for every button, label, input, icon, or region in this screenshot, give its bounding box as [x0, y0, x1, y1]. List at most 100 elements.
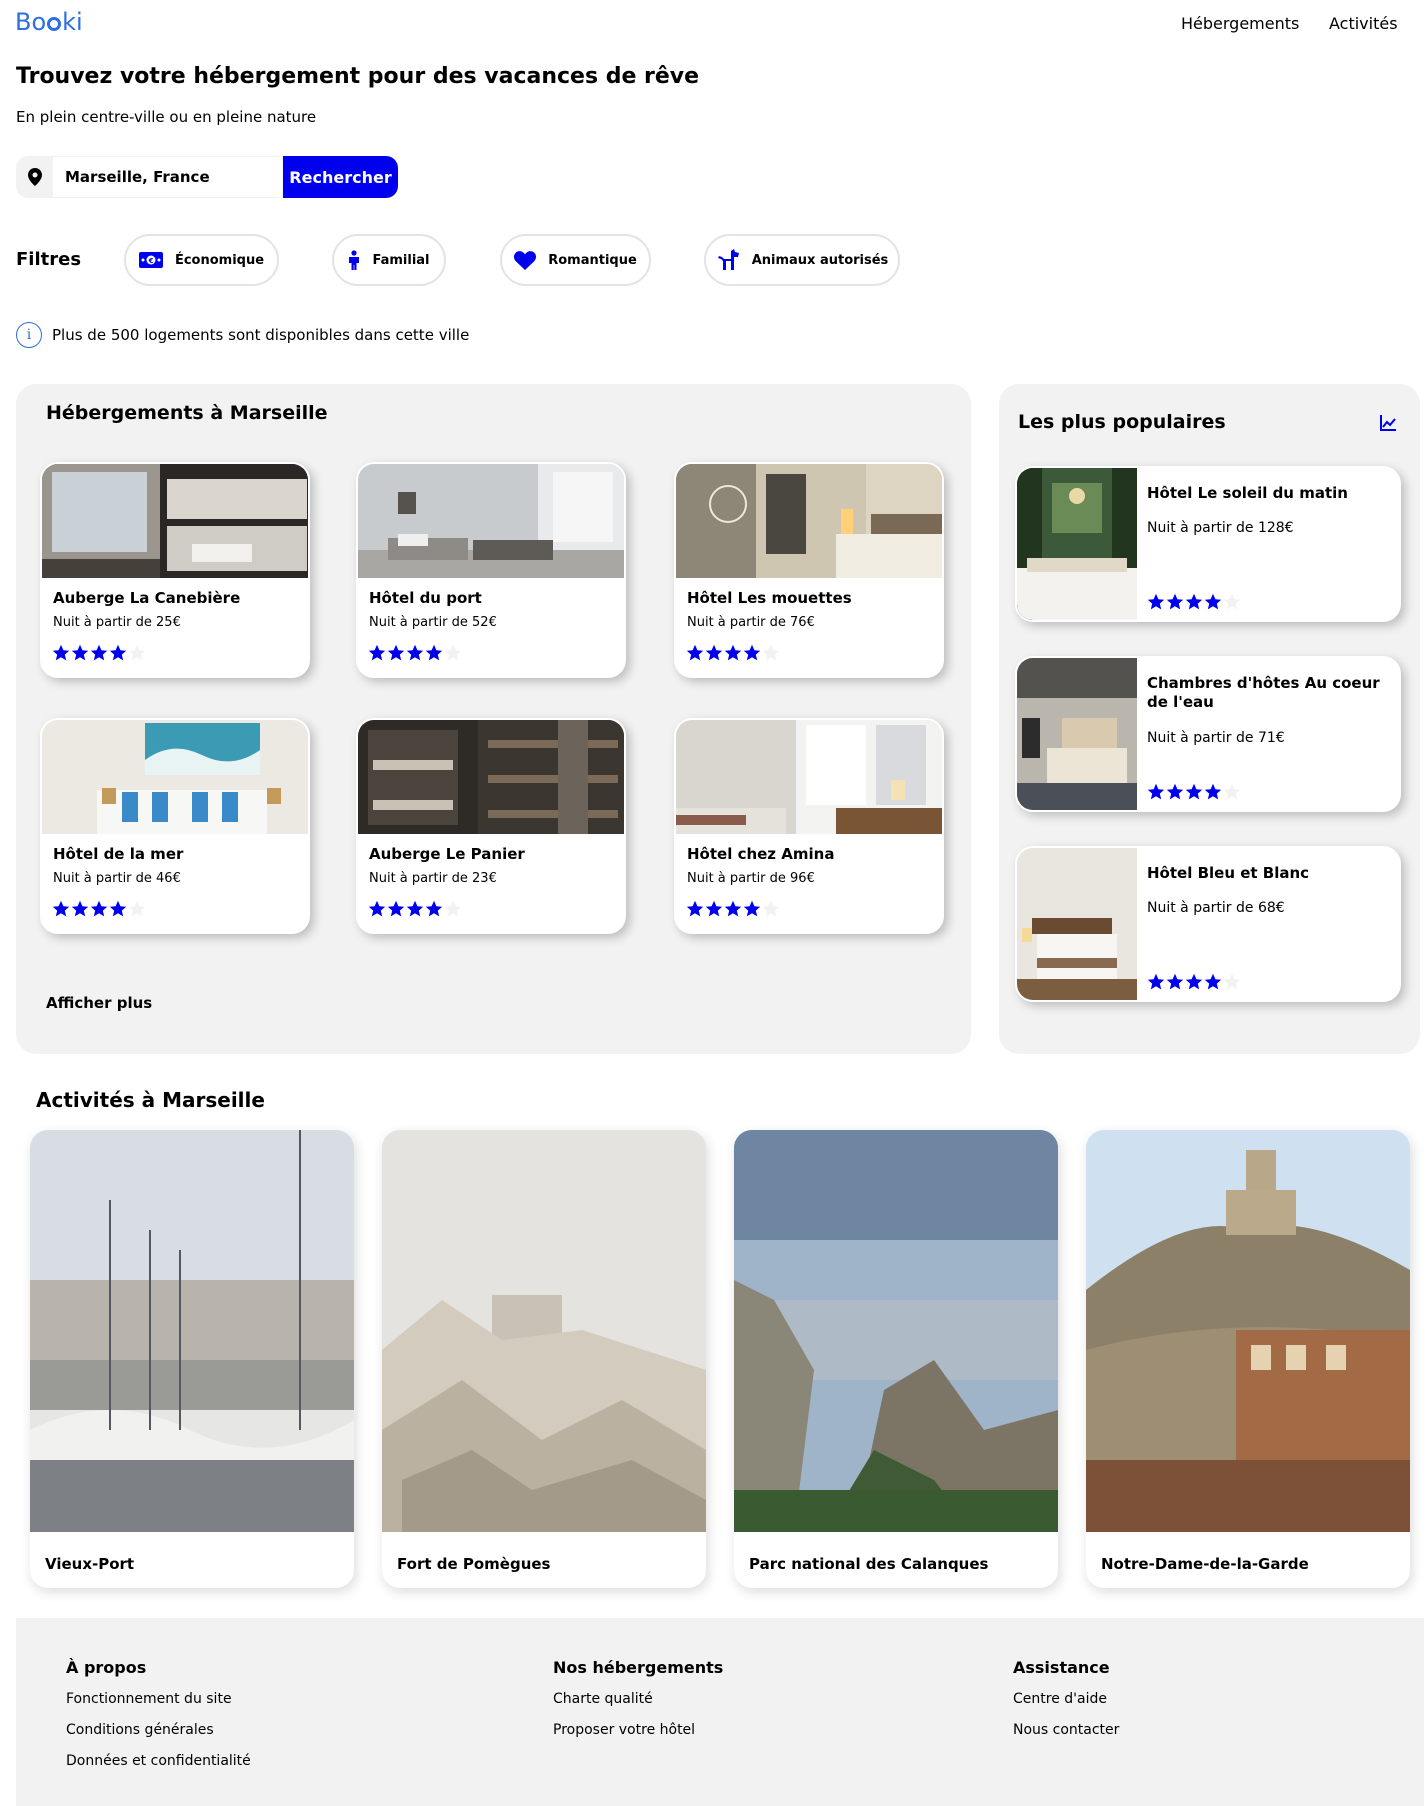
popular-name: Chambres d'hôtes Au coeur de l'eau: [1147, 674, 1380, 711]
rating-stars: [1147, 783, 1241, 801]
search-input[interactable]: [53, 156, 283, 198]
activity-card[interactable]: Fort de Pomègues: [382, 1130, 706, 1588]
star-filled-icon: [90, 644, 108, 661]
filter-familial[interactable]: Familial: [332, 234, 446, 286]
footer-col-accommodations: Nos hébergements Charte qualité Proposer…: [553, 1658, 723, 1753]
activity-image: [734, 1130, 1058, 1532]
star-filled-icon: [52, 644, 70, 661]
footer-col-about: À propos Fonctionnement du site Conditio…: [66, 1658, 251, 1784]
star-filled-icon: [425, 900, 443, 917]
filter-romantique[interactable]: Romantique: [500, 234, 651, 286]
activity-card[interactable]: Vieux-Port: [30, 1130, 354, 1588]
map-pin-icon: [16, 156, 53, 198]
activity-card[interactable]: Parc national des Calanques: [734, 1130, 1058, 1588]
child-icon: [349, 250, 360, 270]
popular-title: Les plus populaires: [1018, 411, 1226, 433]
star-filled-icon: [1204, 973, 1222, 990]
filter-animaux[interactable]: Animaux autorisés: [704, 234, 900, 286]
nav-accommodations-link[interactable]: Hébergements: [1181, 14, 1299, 33]
accommodation-price: Nuit à partir de 52€: [369, 615, 497, 630]
trend-chart-icon: [1380, 415, 1396, 431]
accommodation-name: Hôtel de la mer: [53, 845, 184, 863]
popular-card[interactable]: Chambres d'hôtes Au coeur de l'eau Nuit …: [1015, 656, 1401, 812]
star-filled-icon: [1166, 973, 1184, 990]
accommodation-card[interactable]: Hôtel de la mer Nuit à partir de 46€: [40, 718, 310, 934]
activity-label: Notre-Dame-de-la-Garde: [1101, 1555, 1309, 1573]
accommodation-image: [676, 720, 942, 834]
filter-label: Animaux autorisés: [751, 252, 889, 268]
info-icon: i: [16, 322, 42, 348]
popular-price: Nuit à partir de 71€: [1147, 730, 1285, 746]
filter-label: Familial: [372, 252, 430, 268]
star-empty-icon: [128, 900, 146, 917]
star-empty-icon: [1223, 593, 1241, 610]
footer-heading: À propos: [66, 1658, 147, 1677]
star-filled-icon: [109, 644, 127, 661]
filter-economique[interactable]: € Économique: [124, 234, 279, 286]
star-filled-icon: [425, 644, 443, 661]
accommodation-card[interactable]: Auberge Le Panier Nuit à partir de 23€: [356, 718, 626, 934]
footer-link[interactable]: Fonctionnement du site: [66, 1691, 251, 1707]
accommodation-price: Nuit à partir de 46€: [53, 871, 181, 886]
accommodation-name: Hôtel chez Amina: [687, 845, 835, 863]
footer-heading: Nos hébergements: [553, 1658, 724, 1677]
star-filled-icon: [368, 900, 386, 917]
accommodation-image: [676, 464, 942, 578]
star-empty-icon: [1223, 973, 1241, 990]
accommodation-price: Nuit à partir de 25€: [53, 615, 181, 630]
logo[interactable]: Bo ki: [15, 8, 83, 36]
star-empty-icon: [444, 644, 462, 661]
popular-card[interactable]: Hôtel Bleu et Blanc Nuit à partir de 68€: [1015, 846, 1401, 1002]
star-filled-icon: [1166, 593, 1184, 610]
money-icon: €: [138, 252, 163, 268]
rating-stars: [1147, 973, 1241, 991]
search-button[interactable]: Rechercher: [283, 156, 398, 198]
accommodation-card[interactable]: Hôtel Les mouettes Nuit à partir de 76€: [674, 462, 944, 678]
popular-image: [1017, 468, 1137, 620]
popular-card[interactable]: Hôtel Le soleil du matin Nuit à partir d…: [1015, 466, 1401, 622]
star-filled-icon: [1185, 783, 1203, 800]
star-filled-icon: [743, 900, 761, 917]
filter-label: Romantique: [548, 252, 637, 268]
popular-name: Hôtel Le soleil du matin: [1147, 484, 1348, 502]
activity-image: [1086, 1130, 1410, 1532]
star-filled-icon: [1166, 783, 1184, 800]
info-text: Plus de 500 logements sont disponibles d…: [52, 326, 470, 344]
footer-link[interactable]: Nous contacter: [1013, 1722, 1119, 1738]
popular-panel: Les plus populaires Hôtel Le soleil du m…: [999, 384, 1420, 1054]
star-filled-icon: [387, 644, 405, 661]
footer-link[interactable]: Données et confidentialité: [66, 1753, 251, 1769]
accommodation-card[interactable]: Auberge La Canebière Nuit à partir de 25…: [40, 462, 310, 678]
accommodation-card[interactable]: Hôtel du port Nuit à partir de 52€: [356, 462, 626, 678]
footer-link[interactable]: Centre d'aide: [1013, 1691, 1119, 1707]
activity-image: [382, 1130, 706, 1532]
popular-name: Hôtel Bleu et Blanc: [1147, 864, 1310, 882]
rating-stars: [686, 644, 780, 662]
nav-activities-link[interactable]: Activités: [1329, 14, 1398, 33]
star-filled-icon: [1204, 593, 1222, 610]
footer-link[interactable]: Proposer votre hôtel: [553, 1722, 723, 1738]
rating-stars: [1147, 593, 1241, 611]
rating-stars: [368, 900, 462, 918]
star-empty-icon: [762, 900, 780, 917]
show-more-link[interactable]: Afficher plus: [46, 994, 152, 1012]
star-filled-icon: [1147, 973, 1165, 990]
accommodation-card[interactable]: Hôtel chez Amina Nuit à partir de 96€: [674, 718, 944, 934]
star-filled-icon: [1185, 973, 1203, 990]
star-filled-icon: [1147, 593, 1165, 610]
accommodation-image: [42, 464, 308, 578]
star-filled-icon: [368, 644, 386, 661]
star-filled-icon: [71, 900, 89, 917]
activity-label: Parc national des Calanques: [749, 1555, 989, 1573]
accommodations-title: Hébergements à Marseille: [46, 402, 328, 424]
footer-link[interactable]: Conditions générales: [66, 1722, 251, 1738]
activity-card[interactable]: Notre-Dame-de-la-Garde: [1086, 1130, 1410, 1588]
accommodation-name: Auberge La Canebière: [53, 589, 241, 607]
accommodation-image: [358, 720, 624, 834]
info-banner: i Plus de 500 logements sont disponibles…: [16, 322, 469, 348]
accommodation-image: [42, 720, 308, 834]
accommodations-panel: Hébergements à Marseille Auberge La Cane…: [16, 384, 971, 1054]
footer-link[interactable]: Charte qualité: [553, 1691, 723, 1707]
star-empty-icon: [762, 644, 780, 661]
filter-label: Économique: [174, 252, 265, 268]
